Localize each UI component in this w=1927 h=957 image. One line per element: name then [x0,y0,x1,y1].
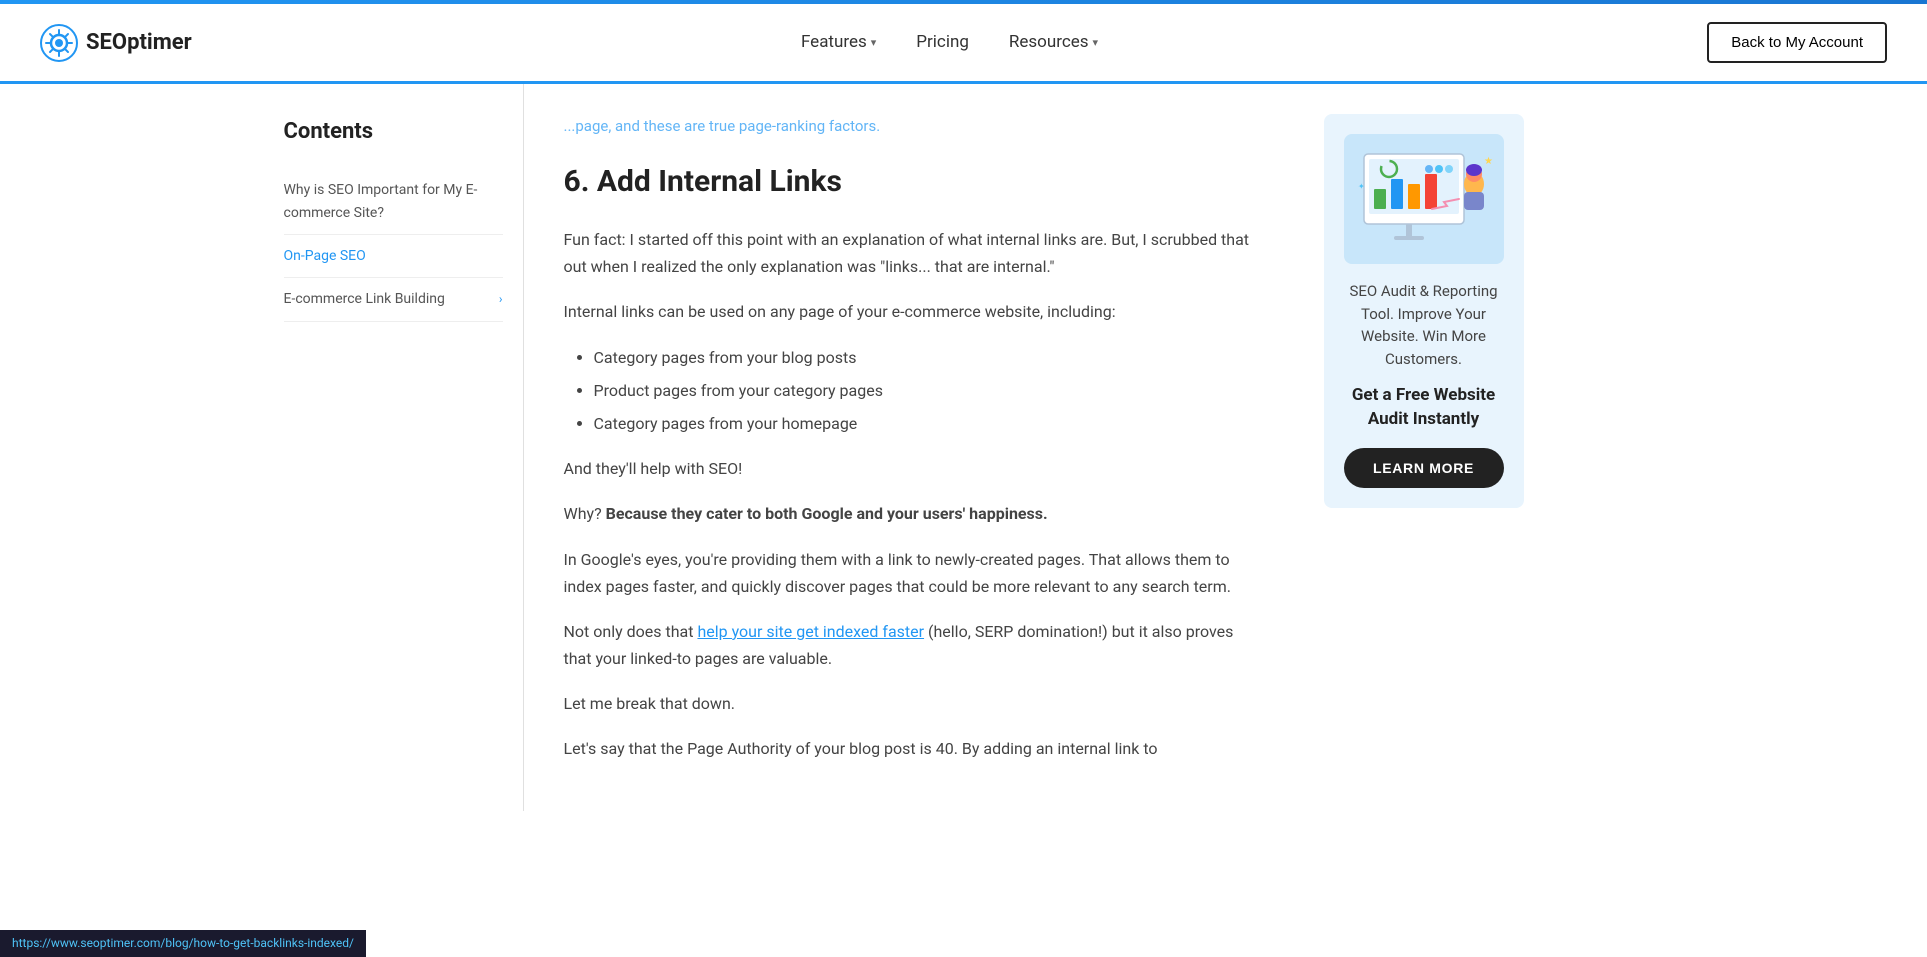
nav: Features ▾ Pricing Resources ▾ [801,29,1098,56]
section-title: Add Internal Links [597,164,842,199]
pricing-label: Pricing [916,29,969,56]
logo-icon [40,24,78,62]
resources-label: Resources [1009,29,1089,56]
features-label: Features [801,29,867,56]
para4-prefix: Why? [564,504,606,523]
para4-bold: Because they cater to both Google and yo… [606,504,1048,523]
svg-text:★: ★ [1484,156,1493,167]
paragraph-5: In Google's eyes, you're providing them … [564,546,1264,600]
learn-more-button[interactable]: LEARN MORE [1344,448,1504,488]
indexed-faster-link[interactable]: help your site get indexed faster [697,622,924,641]
list-item-2: Product pages from your category pages [594,377,1264,404]
paragraph-6: Not only does that help your site get in… [564,618,1264,672]
nav-resources[interactable]: Resources ▾ [1009,29,1098,56]
list-item-3: Category pages from your homepage [594,410,1264,437]
paragraph-3: And they'll help with SEO! [564,455,1264,482]
para6-prefix: Not only does that [564,622,698,641]
nav-pricing[interactable]: Pricing [916,29,969,56]
main-content: ...page, and these are true page-ranking… [524,84,1304,811]
section-heading: 6. Add Internal Links [564,158,1264,206]
toc-item-link-building-label: E-commerce Link Building [284,288,445,310]
toc-item-link-building[interactable]: E-commerce Link Building › [284,278,503,321]
internal-links-list: Category pages from your blog posts Prod… [564,344,1264,438]
logo-area[interactable]: SEOptimer [40,24,192,62]
cta-description: SEO Audit & Reporting Tool. Improve Your… [1344,280,1504,370]
logo-text: SEOptimer [86,25,192,60]
toc-item-why-seo[interactable]: Why is SEO Important for My E-commerce S… [284,169,503,235]
faded-top-text: ...page, and these are true page-ranking… [564,114,1264,138]
paragraph-8: Let's say that the Page Authority of you… [564,735,1264,762]
toc-arrow-icon: › [499,290,503,309]
cta-illustration: ★ ✦ [1344,134,1504,264]
header: SEOptimer Features ▾ Pricing Resources ▾… [0,4,1927,84]
list-item-1: Category pages from your blog posts [594,344,1264,371]
contents-title: Contents [284,114,503,149]
cta-illustration-svg: ★ ✦ [1344,134,1504,264]
right-sidebar-cta: ★ ✦ SEO Audit & Reporting Tool. Improve … [1304,84,1524,811]
section-number: 6. [564,164,590,199]
svg-text:✦: ✦ [1358,182,1365,191]
paragraph-1: Fun fact: I started off this point with … [564,226,1264,280]
status-bar: https://www.seoptimer.com/blog/how-to-ge… [0,930,366,957]
toc-item-why-seo-label: Why is SEO Important for My E-commerce S… [284,179,503,224]
table-of-contents: Contents Why is SEO Important for My E-c… [284,84,524,811]
toc-item-on-page-seo[interactable]: On-Page SEO [284,235,503,278]
resources-chevron-icon: ▾ [1093,34,1099,52]
nav-features[interactable]: Features ▾ [801,29,876,56]
paragraph-4: Why? Because they cater to both Google a… [564,500,1264,527]
paragraph-7: Let me break that down. [564,690,1264,717]
paragraph-2: Internal links can be used on any page o… [564,298,1264,325]
back-to-account-button[interactable]: Back to My Account [1707,22,1887,63]
status-url: https://www.seoptimer.com/blog/how-to-ge… [12,936,354,950]
features-chevron-icon: ▾ [871,34,877,52]
cta-heading: Get a Free Website Audit Instantly [1344,384,1504,432]
cta-box: ★ ✦ SEO Audit & Reporting Tool. Improve … [1324,114,1524,508]
page-layout: Contents Why is SEO Important for My E-c… [264,84,1664,811]
toc-item-on-page-label: On-Page SEO [284,245,366,267]
